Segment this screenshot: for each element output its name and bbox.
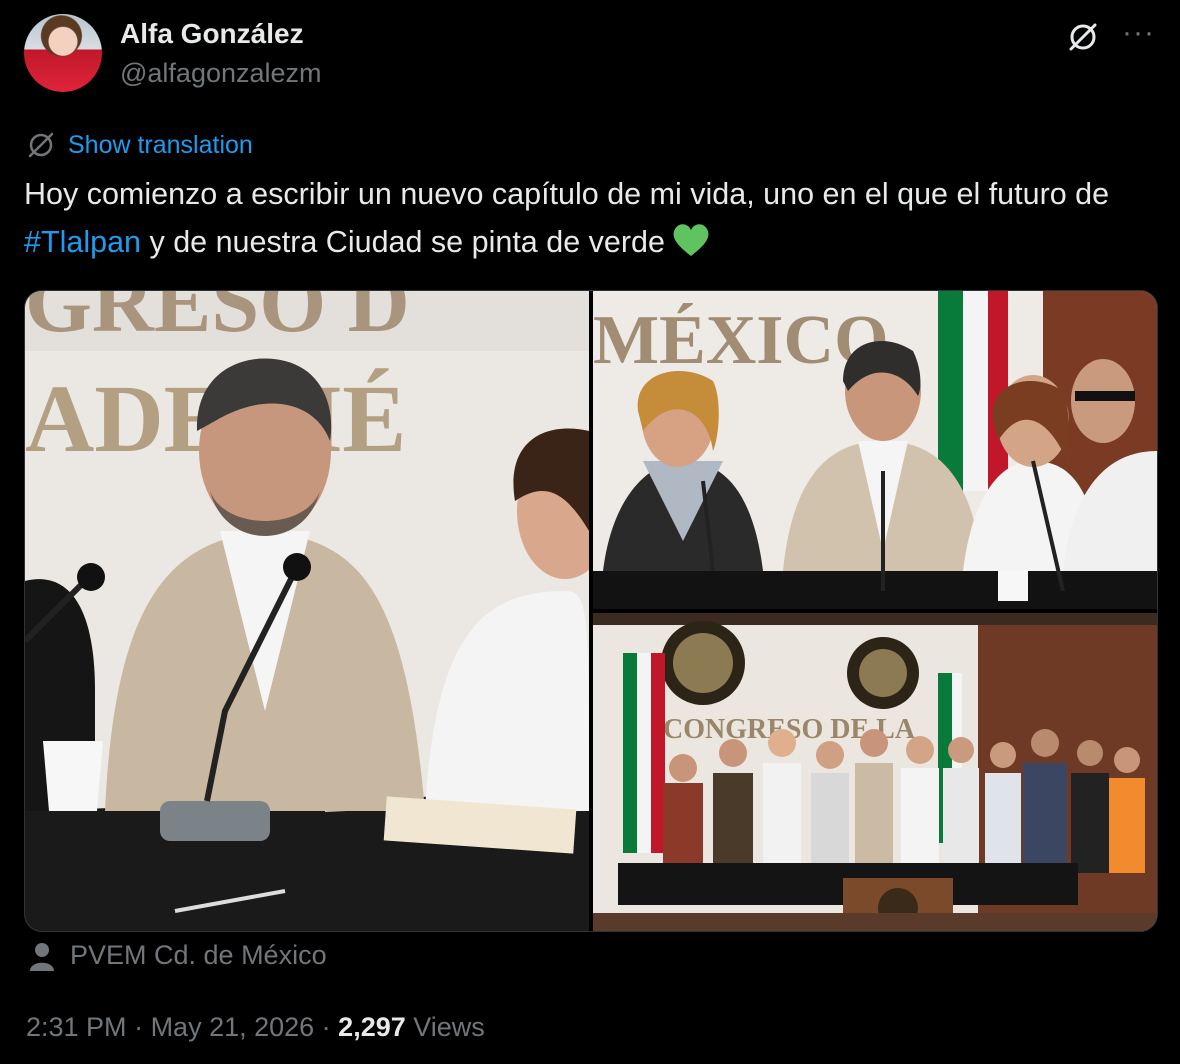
meta-separator: · [126,1012,151,1042]
media-grid: GRESO D ADE MÉXICO CONGRESO DE LA [24,290,1158,932]
tweet-text-part2: y de nuestra Ciudad se pinta de verde [141,225,665,259]
translation-row: Show translation [26,130,253,160]
photo-2[interactable]: MÉXICO [593,291,1157,609]
media-credit: PVEM Cd. de México [28,940,327,971]
green-heart-emoji [671,222,711,272]
wall-lettering-mexico: MÉXICO [593,302,889,379]
show-translation-link[interactable]: Show translation [68,131,253,160]
wall-lettering-1: GRESO D [25,291,410,350]
views-label: Views [413,1012,485,1042]
photo-1[interactable]: GRESO D ADE MÉ [25,291,589,931]
person-icon [30,942,54,971]
tweet-text: Hoy comienzo a escribir un nuevo capítul… [24,170,1144,272]
photo-3[interactable]: CONGRESO DE LA [593,613,1157,931]
translate-icon [28,132,54,158]
grok-icon[interactable] [1066,20,1100,54]
tweet-time[interactable]: 2:31 PM [26,1012,127,1042]
author-display-name[interactable]: Alfa González [120,18,304,50]
meta-separator: · [314,1012,339,1042]
more-options-icon[interactable]: ··· [1122,16,1155,50]
author-handle[interactable]: @alfagonzalezm [120,58,322,89]
tweet-text-part1: Hoy comienzo a escribir un nuevo capítul… [24,177,1110,211]
tweet-meta: 2:31 PM · May 21, 2026 · 2,297 Views [26,1012,485,1043]
hashtag-link[interactable]: #Tlalpan [24,225,141,259]
tweet-date[interactable]: May 21, 2026 [151,1012,315,1042]
views-count: 2,297 [338,1012,406,1042]
avatar[interactable] [24,14,102,92]
credit-text[interactable]: PVEM Cd. de México [70,940,327,971]
